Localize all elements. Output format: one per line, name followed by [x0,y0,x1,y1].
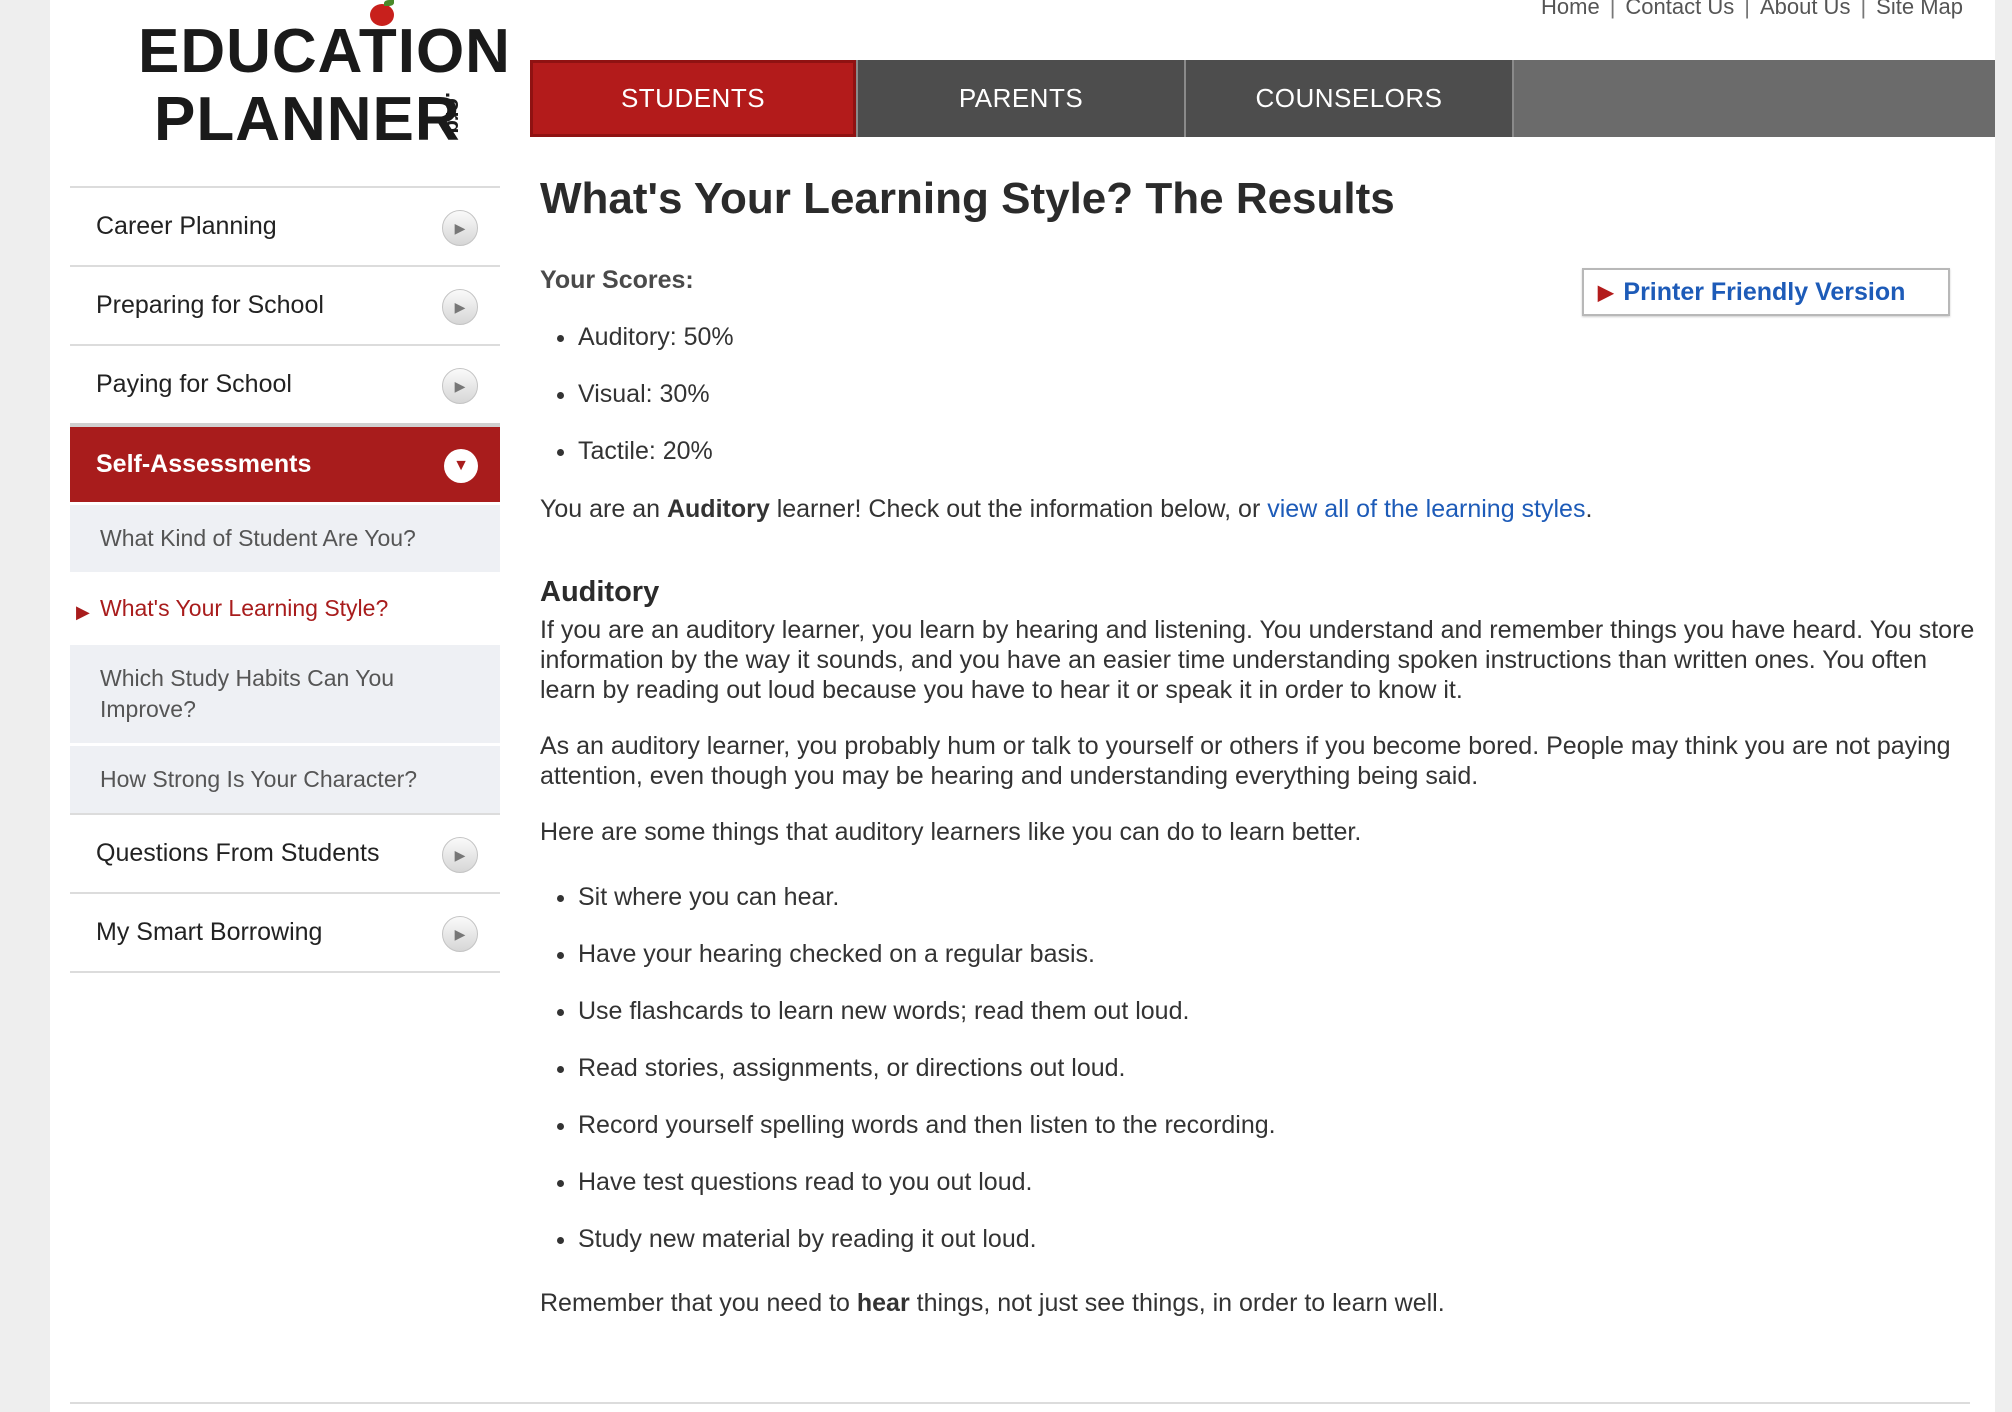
play-arrow-icon: ▶ [442,916,478,952]
logo-suffix: .org [441,92,466,134]
sidebar: Career Planning ▶ Preparing for School ▶… [70,186,500,973]
tab-students[interactable]: STUDENTS [530,60,858,137]
sidebar-item-preparing-for-school[interactable]: Preparing for School ▶ [70,265,500,344]
summary-text: learner! Check out the information below… [769,495,1268,523]
play-arrow-icon: ▶ [442,289,478,325]
education-planner-logo[interactable]: EDUCATION PLANNER .org [88,0,510,154]
play-arrow-icon: ▶ [1598,281,1614,304]
description-paragraph: If you are an auditory learner, you lear… [540,616,1975,704]
sidebar-item-label: Career Planning [96,212,277,240]
logo-line2: PLANNER [154,85,461,154]
nav-filler [1514,60,1995,137]
tip-item: Study new material by reading it out lou… [578,1225,1980,1254]
utility-links: Home | Contact Us | About Us | Site Map [1541,0,1963,20]
sidebar-item-my-smart-borrowing[interactable]: My Smart Borrowing ▶ [70,892,500,971]
tip-item: Read stories, assignments, or directions… [578,1054,1980,1083]
tips-intro: Here are some things that auditory learn… [540,818,1362,846]
home-link[interactable]: Home [1541,0,1600,19]
chevron-down-icon: ▼ [444,449,478,483]
subnav-what-kind-of-student[interactable]: What Kind of Student Are You? [70,502,500,572]
section-title: Auditory [540,576,660,608]
closing-text: things, not just see things, in order to… [909,1289,1445,1317]
sidebar-item-self-assessments[interactable]: Self-Assessments ▼ [70,423,500,502]
tip-item: Sit where you can hear. [578,883,1980,912]
sidebar-item-questions-from-students[interactable]: Questions From Students ▶ [70,813,500,892]
closing-emphasis: hear [856,1289,910,1317]
contact-us-link[interactable]: Contact Us [1625,0,1734,19]
score-item: Visual: 30% [578,380,1980,409]
sidebar-item-label: Questions From Students [96,839,380,867]
play-arrow-icon: ▶ [442,210,478,246]
subnav-learning-style[interactable]: ▶ What's Your Learning Style? [70,572,500,642]
printer-friendly-label: Printer Friendly Version [1623,277,1906,306]
sidebar-item-label: My Smart Borrowing [96,918,323,946]
sidebar-item-paying-for-school[interactable]: Paying for School ▶ [70,344,500,423]
closing-text: Remember that you need to [540,1289,857,1317]
score-item: Auditory: 50% [578,323,1980,352]
tip-item: Have your hearing checked on a regular b… [578,940,1980,969]
sidebar-item-label: Self-Assessments [96,450,312,478]
sidebar-item-label: Preparing for School [96,291,324,319]
printer-friendly-button[interactable]: ▶ Printer Friendly Version [1582,268,1950,316]
score-item: Tactile: 20% [578,437,1980,466]
main-content: What's Your Learning Style? The Results … [540,174,1980,1318]
page-title: What's Your Learning Style? The Results [540,174,1395,223]
divider: | [1609,0,1616,19]
main-nav: STUDENTS PARENTS COUNSELORS [530,60,1995,137]
logo-line1: EDUCATION [138,17,511,86]
summary-text: You are an [540,495,667,523]
summary-text: . [1585,495,1593,523]
tip-item: Record yourself spelling words and then … [578,1111,1980,1140]
sidebar-item-career-planning[interactable]: Career Planning ▶ [70,186,500,265]
tips-list: Sit where you can hear. Have your hearin… [540,883,1980,1254]
description-paragraph: As an auditory learner, you probably hum… [540,732,1951,790]
sidebar-divider [70,971,500,973]
view-all-styles-link[interactable]: view all of the learning styles [1267,495,1585,523]
play-arrow-icon: ▶ [442,368,478,404]
subnav-study-habits[interactable]: Which Study Habits Can You Improve? [70,642,500,743]
leaf-icon [384,0,394,6]
closing-paragraph: Remember that you need to hear things, n… [540,1288,1980,1318]
scores-list: Auditory: 50% Visual: 30% Tactile: 20% [540,323,1980,466]
tip-item: Use flashcards to learn new words; read … [578,997,1980,1026]
subnav-label: What's Your Learning Style? [100,595,389,621]
divider: | [1744,0,1750,19]
footer-divider [70,1402,1970,1404]
play-arrow-icon: ▶ [442,837,478,873]
tip-item: Have test questions read to you out loud… [578,1168,1980,1197]
divider: | [1860,0,1867,19]
about-us-link[interactable]: About Us [1760,0,1851,19]
sidebar-item-label: Paying for School [96,370,292,398]
page: EDUCATION PLANNER .org Home | Contact Us | A… [50,0,1995,1412]
learner-type: Auditory [666,495,770,523]
tab-parents[interactable]: PARENTS [858,60,1186,137]
site-map-link[interactable]: Site Map [1876,0,1963,19]
subnav-character[interactable]: How Strong Is Your Character? [70,743,500,813]
tab-counselors[interactable]: COUNSELORS [1186,60,1514,137]
current-marker-icon: ▶ [76,602,90,622]
result-summary: You are an Auditory learner! Check out t… [540,494,1980,524]
